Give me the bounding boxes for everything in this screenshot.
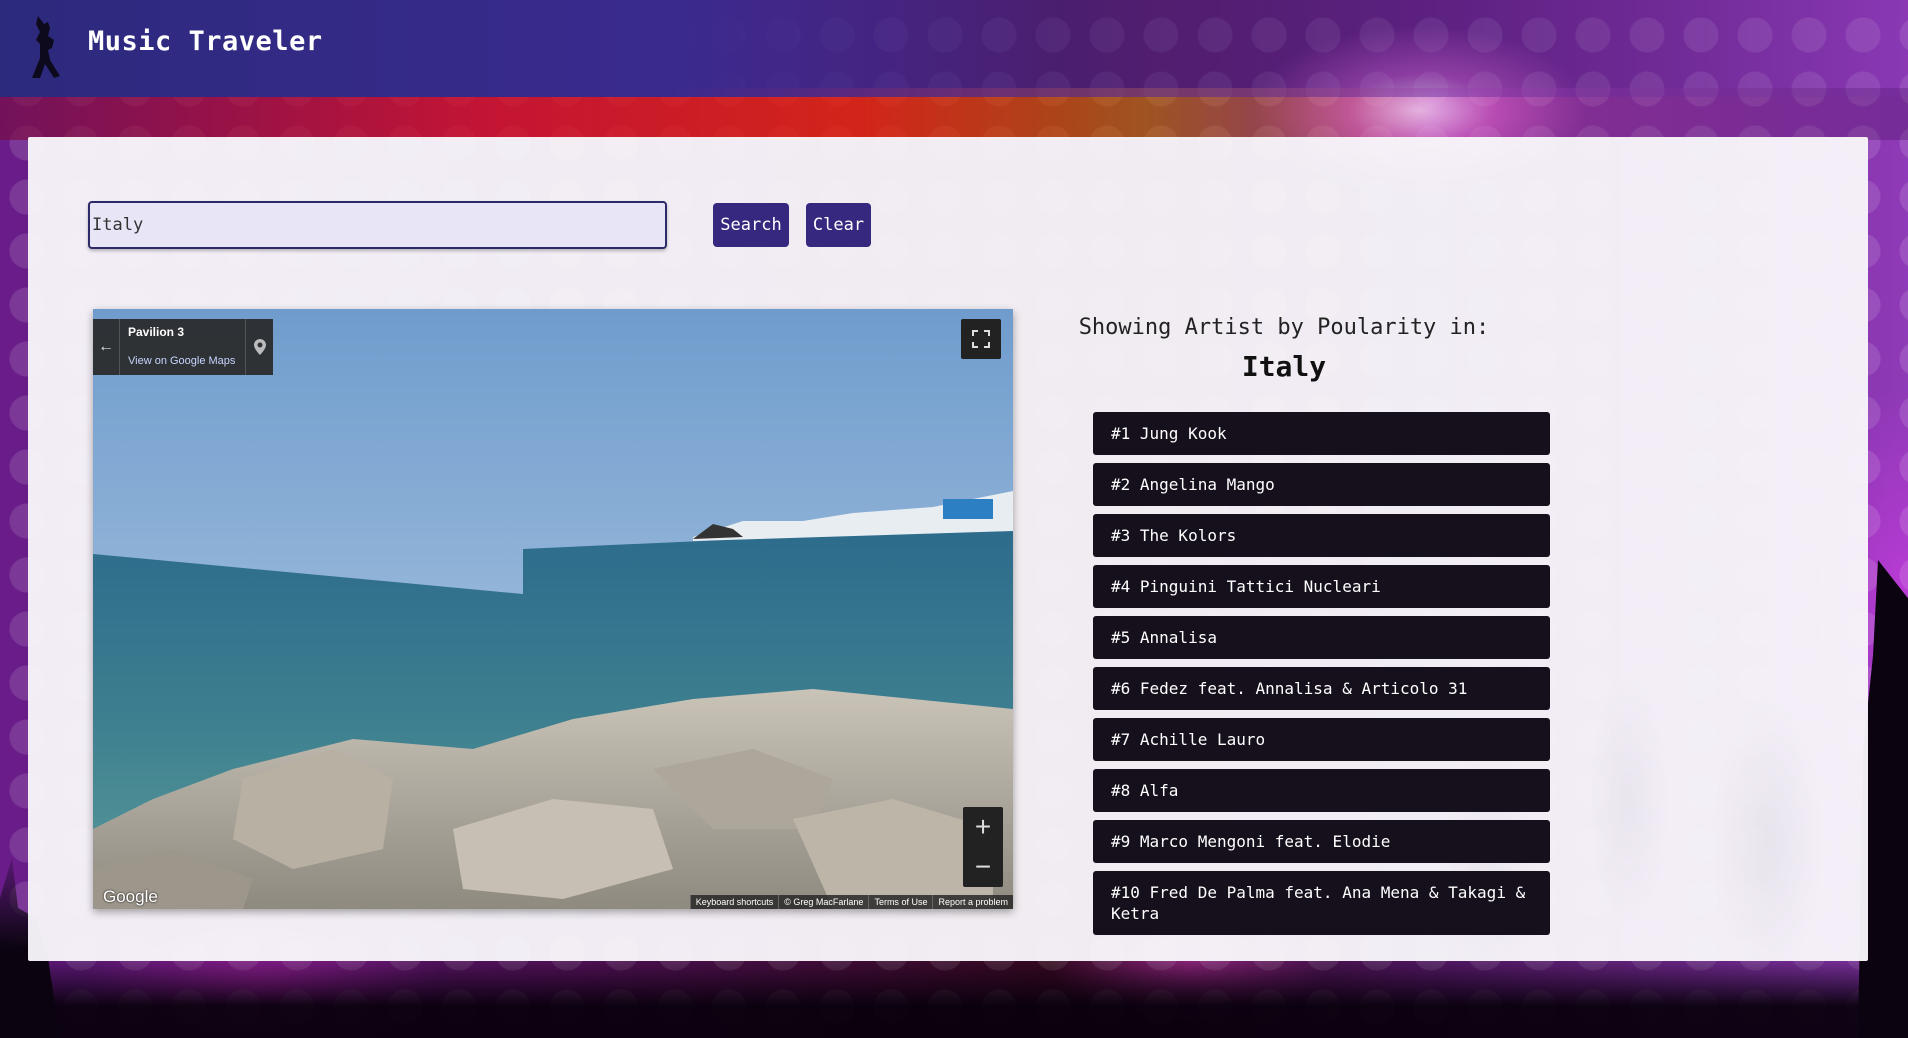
view-on-google-maps-link[interactable]: View on Google Maps	[128, 355, 235, 367]
zoom-out-button[interactable]: −	[963, 847, 1003, 887]
clear-button[interactable]: Clear	[806, 203, 871, 247]
artist-list: #1 Jung Kook #2 Angelina Mango #3 The Ko…	[1093, 412, 1550, 943]
zoom-control: + −	[963, 807, 1003, 887]
back-arrow-icon[interactable]: ←	[93, 319, 120, 375]
copyright-text: © Greg MacFarlane	[778, 895, 868, 909]
results-country: Italy	[1241, 350, 1327, 383]
fullscreen-icon[interactable]	[961, 319, 1001, 359]
artist-item[interactable]: #4 Pinguini Tattici Nucleari	[1093, 565, 1550, 608]
terms-of-use-link[interactable]: Terms of Use	[868, 895, 932, 909]
street-view-panorama[interactable]: ← Pavilion 3 View on Google Maps + − Goo…	[93, 309, 1013, 909]
artist-item[interactable]: #5 Annalisa	[1093, 616, 1550, 659]
background-bottom	[0, 958, 1908, 1038]
street-view-location-title: Pavilion 3	[128, 325, 185, 339]
results-subtitle: Showing Artist by Poularity in:	[1078, 315, 1490, 340]
dancer-logo-icon	[32, 16, 60, 78]
report-problem-link[interactable]: Report a problem	[932, 895, 1013, 909]
keyboard-shortcuts-link[interactable]: Keyboard shortcuts	[689, 895, 779, 909]
zoom-in-button[interactable]: +	[963, 807, 1003, 847]
artist-item[interactable]: #7 Achille Lauro	[1093, 718, 1550, 761]
street-view-scene	[93, 309, 1013, 909]
artist-item[interactable]: #8 Alfa	[1093, 769, 1550, 812]
artist-item[interactable]: #2 Angelina Mango	[1093, 463, 1550, 506]
search-button[interactable]: Search	[713, 203, 789, 247]
artist-item[interactable]: #9 Marco Mengoni feat. Elodie	[1093, 820, 1550, 863]
main-panel: Search Clear	[28, 137, 1868, 961]
search-input[interactable]	[88, 201, 667, 249]
street-view-info-card: ← Pavilion 3 View on Google Maps	[93, 319, 273, 375]
street-view-footer: Keyboard shortcuts © Greg MacFarlane Ter…	[689, 895, 1013, 909]
artist-item[interactable]: #10 Fred De Palma feat. Ana Mena & Takag…	[1093, 871, 1550, 935]
map-pin-icon[interactable]	[245, 319, 273, 375]
artist-item[interactable]: #6 Fedez feat. Annalisa & Articolo 31	[1093, 667, 1550, 710]
app-header: Music Traveler	[0, 0, 1908, 97]
google-logo: Google	[103, 887, 158, 906]
artist-item[interactable]: #3 The Kolors	[1093, 514, 1550, 557]
app-title: Music Traveler	[88, 26, 323, 57]
artist-item[interactable]: #1 Jung Kook	[1093, 412, 1550, 455]
